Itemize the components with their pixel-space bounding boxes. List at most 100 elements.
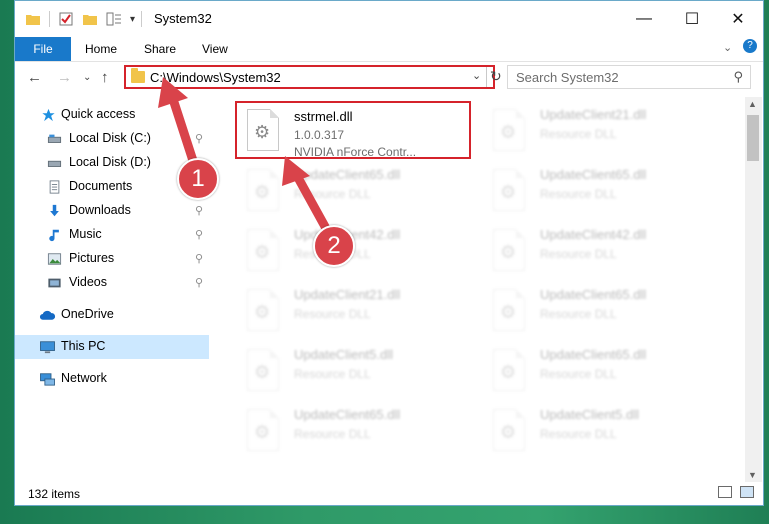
file-item[interactable]: ⚙ UpdateClient21.dll Resource DLL: [239, 281, 479, 341]
sidebar-item-label: This PC: [61, 339, 106, 353]
music-icon: [49, 229, 59, 242]
file-description: Resource DLL: [540, 367, 617, 381]
file-item[interactable]: ⚙ UpdateClient65.dll Resource DLL: [239, 401, 479, 461]
scroll-up-icon[interactable]: ▲: [748, 99, 757, 109]
file-description: Resource DLL: [540, 127, 617, 141]
status-bar: 132 items: [15, 482, 763, 505]
maximize-button[interactable]: ☐: [669, 1, 715, 37]
file-description: Resource DLL: [294, 367, 371, 381]
address-dropdown-icon[interactable]: ⌄: [472, 69, 481, 82]
title-bar: ▾ System32 — ☐ ✕: [15, 1, 763, 37]
sidebar-item-label: Local Disk (C:): [69, 131, 151, 145]
recent-locations-icon[interactable]: ⌄: [83, 72, 91, 83]
file-description: Resource DLL: [294, 307, 371, 321]
large-icons-view-icon[interactable]: [740, 486, 754, 498]
sidebar-item-label: Downloads: [69, 203, 131, 217]
file-description: Resource DLL: [540, 187, 617, 201]
folder-icon: [131, 68, 145, 83]
gear-icon: ⚙: [500, 242, 517, 262]
file-item[interactable]: ⚙ UpdateClient5.dll Resource DLL: [485, 401, 725, 461]
toolbar-divider: [141, 11, 143, 27]
file-item-sstrmel[interactable]: ⚙ sstrmel.dll 1.0.0.317 NVIDIA nForce Co…: [239, 101, 479, 161]
forward-button[interactable]: →: [57, 69, 72, 86]
tab-share[interactable]: Share: [144, 42, 176, 56]
sidebar-item-videos[interactable]: Videos ⚲: [15, 271, 209, 295]
step-badge-2: 2: [313, 225, 355, 267]
step-badge-1: 1: [177, 158, 219, 200]
sidebar-item-onedrive[interactable]: OneDrive: [15, 303, 209, 327]
file-description: Resource DLL: [540, 247, 617, 261]
file-name: UpdateClient21.dll: [540, 107, 647, 122]
file-item[interactable]: ⚙ UpdateClient65.dll Resource DLL: [485, 161, 725, 221]
sidebar-item-label: Quick access: [61, 107, 136, 121]
up-button[interactable]: ↑: [101, 69, 109, 86]
tab-file[interactable]: File: [15, 37, 71, 61]
vertical-scrollbar[interactable]: ▲ ▼: [745, 97, 762, 482]
computer-icon: [40, 341, 55, 354]
gear-icon: ⚙: [254, 122, 271, 142]
folder-icon[interactable]: [25, 11, 41, 27]
properties-icon[interactable]: [58, 11, 74, 27]
sidebar-item-quick-access[interactable]: Quick access: [15, 103, 209, 127]
scroll-down-icon[interactable]: ▼: [748, 470, 757, 480]
address-bar[interactable]: C:\Windows\System32 ⌄ ↻: [124, 65, 502, 89]
sidebar-item-this-pc[interactable]: This PC: [15, 335, 209, 359]
quick-access-toolbar: ▾: [25, 1, 143, 37]
drive-icon: [47, 160, 62, 167]
file-description: Resource DLL: [540, 427, 617, 441]
search-icon[interactable]: ⚲: [733, 69, 743, 85]
sidebar-item-local-disk-c[interactable]: Local Disk (C:) ⚲: [15, 127, 209, 151]
download-icon: [50, 204, 59, 217]
file-name: UpdateClient65.dll: [294, 407, 401, 422]
pin-icon[interactable]: ⚲: [195, 228, 203, 241]
refresh-icon[interactable]: ↻: [490, 68, 502, 85]
file-item[interactable]: ⚙ UpdateClient65.dll Resource DLL: [485, 281, 725, 341]
sidebar-item-downloads[interactable]: Downloads ⚲: [15, 199, 209, 223]
file-name: UpdateClient65.dll: [294, 167, 401, 182]
gear-icon: ⚙: [500, 182, 517, 202]
pin-icon[interactable]: ⚲: [195, 204, 203, 217]
drive-icon: [47, 134, 62, 143]
window-title: System32: [154, 11, 212, 26]
help-icon[interactable]: ?: [743, 39, 757, 53]
scroll-thumb[interactable]: [747, 115, 759, 161]
sidebar-item-music[interactable]: Music ⚲: [15, 223, 209, 247]
pin-icon[interactable]: ⚲: [195, 276, 203, 289]
gear-icon: ⚙: [500, 422, 517, 442]
pin-icon[interactable]: ⚲: [195, 252, 203, 265]
sidebar-item-label: Videos: [69, 275, 107, 289]
new-folder-icon[interactable]: [82, 11, 98, 27]
file-version: 1.0.0.317: [294, 128, 345, 142]
file-description: Resource DLL: [540, 307, 617, 321]
pin-icon[interactable]: ⚲: [195, 132, 203, 145]
file-name: UpdateClient21.dll: [294, 287, 401, 302]
customize-toolbar-icon[interactable]: [106, 11, 122, 27]
search-input[interactable]: Search System32 ⚲: [507, 65, 751, 89]
file-item[interactable]: ⚙ UpdateClient5.dll Resource DLL: [239, 341, 479, 401]
toolbar-dropdown-icon[interactable]: ▾: [130, 14, 135, 25]
close-button[interactable]: ✕: [715, 1, 761, 37]
details-view-icon[interactable]: [718, 486, 732, 498]
sidebar-item-pictures[interactable]: Pictures ⚲: [15, 247, 209, 271]
expand-ribbon-icon[interactable]: ⌄: [723, 41, 732, 54]
file-list: ⚙ sstrmel.dll 1.0.0.317 NVIDIA nForce Co…: [209, 97, 745, 482]
file-item[interactable]: ⚙ UpdateClient21.dll Resource DLL: [485, 101, 725, 161]
sidebar-item-label: Pictures: [69, 251, 115, 265]
file-item[interactable]: ⚙ UpdateClient65.dll Resource DLL: [485, 341, 725, 401]
tab-view[interactable]: View: [202, 42, 228, 56]
address-path[interactable]: C:\Windows\System32: [150, 70, 281, 85]
gear-icon: ⚙: [254, 362, 271, 382]
pictures-icon: [47, 253, 62, 265]
file-name: UpdateClient42.dll: [540, 227, 647, 242]
back-button[interactable]: ←: [27, 69, 42, 86]
gear-icon: ⚙: [254, 242, 271, 262]
sidebar-item-network[interactable]: Network: [15, 367, 209, 391]
file-item[interactable]: ⚙ UpdateClient42.dll Resource DLL: [485, 221, 725, 281]
address-divider: [486, 67, 487, 87]
sidebar-item-label: OneDrive: [61, 307, 114, 321]
minimize-button[interactable]: —: [621, 1, 667, 37]
file-item[interactable]: ⚙ UpdateClient65.dll Resource DLL: [239, 161, 479, 221]
file-item[interactable]: ⚙ UpdateClient42.dll Resource DLL: [239, 221, 479, 281]
cloud-icon: [39, 310, 56, 320]
tab-home[interactable]: Home: [85, 42, 117, 56]
